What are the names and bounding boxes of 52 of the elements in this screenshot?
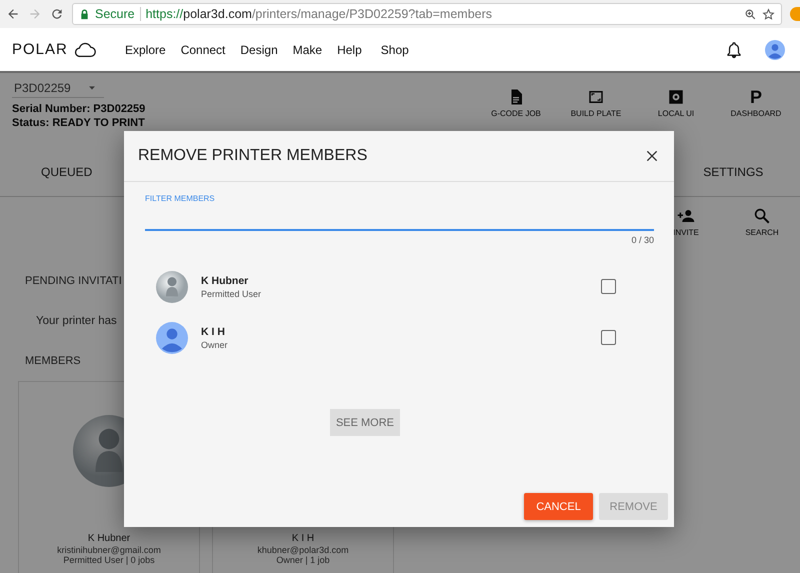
reload-icon[interactable] bbox=[50, 7, 64, 21]
member-role: Permitted User bbox=[201, 288, 262, 298]
dialog-title: REMOVE PRINTER MEMBERS bbox=[138, 147, 368, 165]
avatar-icon bbox=[156, 270, 188, 302]
member-info: Owner | 1 job bbox=[276, 555, 330, 565]
toolbar-button[interactable]: P DASHBOARD bbox=[716, 88, 796, 148]
toolbar-button[interactable]: LOCAL UI bbox=[636, 88, 716, 148]
nav-link[interactable]: Connect bbox=[180, 42, 226, 56]
toolbar-button[interactable]: BUILD PLATE bbox=[556, 88, 636, 148]
member-checkbox[interactable] bbox=[601, 330, 616, 345]
avatar-icon bbox=[156, 322, 188, 354]
section-heading: PENDING INVITATI bbox=[25, 275, 122, 287]
warning-badge-icon bbox=[790, 7, 800, 21]
member-name: K I H bbox=[201, 326, 226, 338]
serial-number: Serial Number: P3D02259 bbox=[12, 102, 146, 116]
member-email: khubner@polar3d.com bbox=[257, 545, 349, 555]
back-icon[interactable] bbox=[6, 7, 20, 21]
nav-link[interactable]: Explore bbox=[125, 42, 166, 56]
member-name: K Hubner bbox=[88, 533, 130, 544]
printer-status: Status: READY TO PRINT bbox=[12, 116, 146, 130]
chip-icon[interactable] bbox=[667, 88, 685, 106]
nav-link[interactable]: Shop bbox=[380, 42, 409, 56]
frame-icon[interactable] bbox=[587, 88, 605, 106]
close-icon[interactable] bbox=[644, 148, 660, 164]
character-counter: 0 / 30 bbox=[630, 235, 654, 245]
nav-link[interactable]: Make bbox=[292, 42, 322, 56]
member-email: kristinihubner@gmail.com bbox=[57, 545, 161, 555]
nav-link[interactable]: Help bbox=[337, 42, 362, 56]
member-name: K Hubner bbox=[201, 274, 250, 286]
see-more-button[interactable]: SEE MORE bbox=[330, 409, 400, 436]
zoom-icon[interactable] bbox=[744, 8, 757, 20]
url-text: https://polar3d.com/printers/manage/P3D02259?tab=members bbox=[146, 7, 492, 21]
field-label: FILTER MEMBERS bbox=[145, 194, 216, 203]
empty-message: Your printer has bbox=[36, 315, 117, 327]
member-info: Permitted User | 0 jobs bbox=[63, 555, 155, 565]
search-icon[interactable] bbox=[753, 207, 771, 225]
address-bar[interactable]: Secure https://polar3d.com/printers/manage/P3D02259?tab=members bbox=[72, 3, 782, 25]
toolbar-button[interactable]: SEARCH bbox=[724, 207, 800, 247]
lock-icon[interactable] bbox=[79, 8, 90, 20]
printer-select[interactable]: P3D02259 bbox=[12, 79, 104, 98]
person-add-icon[interactable] bbox=[677, 207, 695, 225]
bell-icon[interactable] bbox=[725, 40, 743, 58]
avatar-icon[interactable] bbox=[765, 40, 785, 60]
member-role: Owner bbox=[201, 340, 229, 350]
security-label: Secure bbox=[95, 7, 141, 21]
star-icon[interactable] bbox=[762, 8, 775, 20]
logo-text[interactable]: POLAR bbox=[12, 41, 68, 58]
member-name: K I H bbox=[292, 533, 314, 544]
member-checkbox[interactable] bbox=[601, 279, 616, 294]
cancel-button[interactable]: CANCEL bbox=[524, 493, 593, 520]
section-heading: MEMBERS bbox=[25, 355, 81, 367]
nav-link[interactable]: Design bbox=[240, 42, 278, 56]
